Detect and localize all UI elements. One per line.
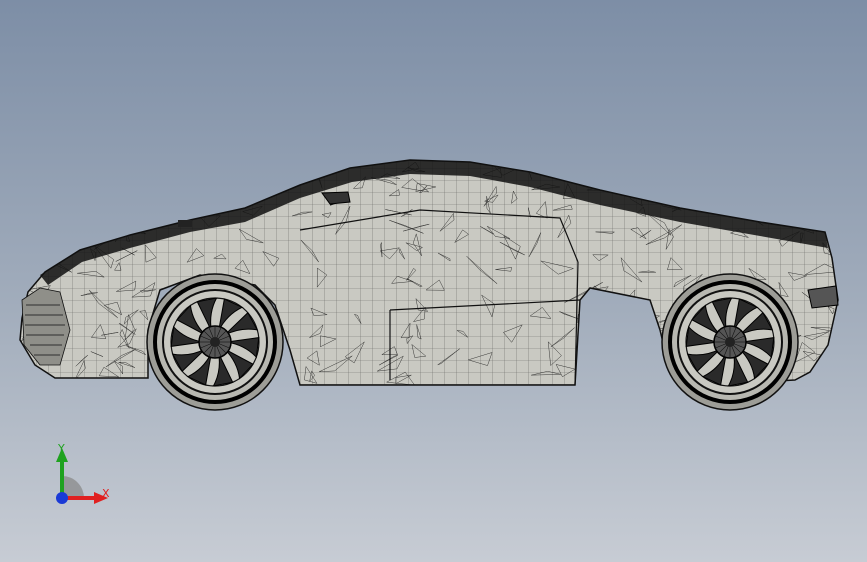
mesh-triangle <box>86 160 102 176</box>
mesh-triangle <box>128 184 141 215</box>
mesh-triangle <box>577 313 595 323</box>
mesh-triangle <box>659 189 689 201</box>
mesh-triangle <box>223 184 226 199</box>
mesh-triangle <box>796 185 818 196</box>
mesh-triangle <box>204 187 220 198</box>
mesh-triangle <box>227 160 256 161</box>
mesh-triangle <box>58 204 79 211</box>
mesh-triangle <box>75 207 95 222</box>
mesh-triangle <box>135 185 152 207</box>
wheel-icon <box>661 273 799 411</box>
wiper <box>178 220 192 227</box>
mesh-triangle <box>87 162 109 178</box>
mesh-triangle <box>57 170 77 175</box>
mesh-triangle <box>280 173 307 184</box>
mesh-triangle <box>20 372 29 385</box>
mesh-triangle <box>118 194 151 204</box>
mesh-triangle <box>586 328 606 338</box>
mesh-triangle <box>834 195 838 210</box>
mesh-triangle <box>753 169 759 184</box>
mesh-triangle <box>20 186 36 217</box>
mesh-triangle <box>813 165 832 180</box>
mesh-triangle <box>85 189 91 198</box>
mesh-triangle <box>129 160 140 175</box>
orientation-triad[interactable]: Y X <box>40 438 130 518</box>
mesh-triangle <box>68 169 89 179</box>
mesh-triangle <box>92 163 117 172</box>
y-axis-label: Y <box>58 442 65 455</box>
mesh-triangle <box>820 160 838 169</box>
mesh-triangle <box>60 232 70 258</box>
mesh-triangle <box>558 166 567 179</box>
mesh-triangle <box>620 168 642 176</box>
mesh-triangle <box>93 225 126 232</box>
mesh-triangle <box>590 299 609 316</box>
mesh-triangle <box>20 238 30 256</box>
mesh-triangle <box>639 160 677 175</box>
mesh-triangle <box>32 197 42 222</box>
mesh-triangle <box>803 185 832 201</box>
mesh-triangle <box>753 186 780 199</box>
mesh-triangle <box>108 205 121 212</box>
mesh-triangle <box>673 186 681 191</box>
mesh-triangle <box>587 353 610 359</box>
triad-graphic <box>56 448 108 504</box>
mesh-triangle <box>635 355 639 379</box>
mesh-triangle <box>69 170 99 185</box>
mesh-triangle <box>210 176 248 191</box>
mesh-triangle <box>21 229 56 238</box>
mesh-triangle <box>75 227 94 240</box>
mesh-triangle <box>833 364 838 374</box>
mesh-triangle <box>106 163 125 175</box>
mesh-triangle <box>20 254 26 270</box>
mesh-triangle <box>694 197 717 203</box>
mesh-triangle <box>791 160 813 176</box>
mesh-triangle <box>130 193 161 215</box>
mesh-triangle <box>697 166 717 181</box>
mesh-triangle <box>44 160 71 169</box>
mesh-triangle <box>66 217 68 232</box>
mesh-triangle <box>234 164 249 171</box>
mesh-triangle <box>273 165 292 174</box>
car-wireframe-model[interactable] <box>0 0 867 562</box>
mesh-triangle <box>635 333 651 343</box>
wheel-icon <box>146 273 284 411</box>
graphics-viewport[interactable]: Y X <box>0 0 867 562</box>
mesh-triangle <box>89 228 111 241</box>
mesh-triangle <box>759 204 782 213</box>
mesh-triangle <box>156 160 172 177</box>
x-axis-label: X <box>102 487 110 500</box>
mesh-triangle <box>640 366 657 377</box>
mesh-triangle <box>137 207 153 222</box>
z-axis-dot <box>56 492 68 504</box>
rear-light <box>807 285 839 309</box>
mesh-triangle <box>92 182 110 197</box>
mesh-triangle <box>588 366 605 385</box>
mesh-triangle <box>590 160 607 165</box>
mesh-triangle <box>638 302 652 318</box>
